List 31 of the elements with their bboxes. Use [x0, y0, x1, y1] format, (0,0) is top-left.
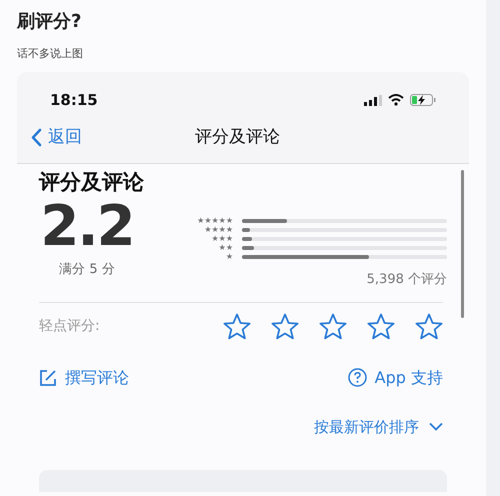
help-icon [348, 368, 367, 387]
score-caption: 满分 5 分 [59, 261, 115, 279]
star-icon[interactable] [367, 312, 395, 340]
section-title: 评分及评论 [39, 169, 145, 196]
edit-icon [39, 368, 57, 386]
star-label: ★★★★ [204, 225, 233, 234]
sort-dropdown[interactable]: 按最新评价排序 [314, 416, 443, 438]
chevron-left-icon [31, 128, 42, 147]
chevron-down-icon [429, 422, 443, 432]
signal-icon [364, 94, 382, 106]
tap-to-rate-label: 轻点评分: [39, 316, 100, 336]
status-time: 18:15 [50, 90, 98, 111]
star-label: ★★★★★ [197, 216, 233, 225]
article-heading: 刷评分? [17, 10, 82, 34]
star-label: ★ [226, 252, 233, 261]
article-text: 话不多说上图 [17, 46, 83, 62]
nav-title: 评分及评论 [195, 126, 280, 149]
wifi-icon [388, 94, 404, 106]
star-icon[interactable] [415, 312, 443, 340]
star-icon[interactable] [223, 312, 251, 340]
battery-charging-icon [410, 94, 436, 106]
app-support-link[interactable]: App 支持 [348, 366, 443, 390]
rating-stars[interactable] [223, 312, 443, 340]
star-label: ★★★ [211, 234, 233, 243]
write-review-link[interactable]: 撰写评论 [39, 366, 129, 390]
star-icon[interactable] [319, 312, 347, 340]
average-score: 2.2 [40, 196, 134, 258]
star-label: ★★ [218, 243, 233, 252]
star-icon[interactable] [271, 312, 299, 340]
rating-count: 5,398 个评分 [366, 271, 447, 289]
back-button[interactable]: 返回 [17, 124, 82, 150]
